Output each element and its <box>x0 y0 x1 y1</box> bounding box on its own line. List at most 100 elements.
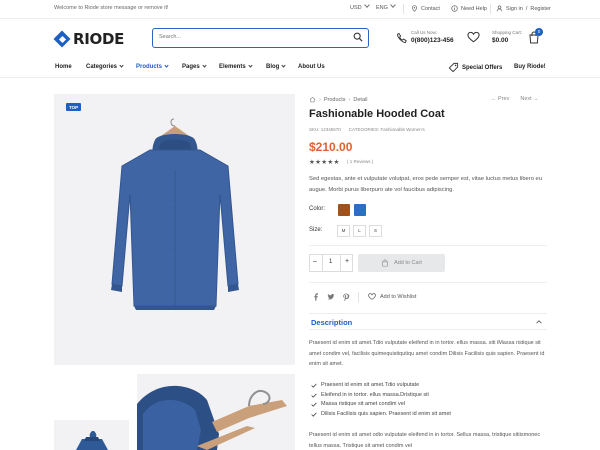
next-link[interactable]: Next → <box>520 96 538 102</box>
tag-icon <box>448 62 459 73</box>
breadcrumb: › Products › Detail <box>309 96 367 103</box>
chevron-down-icon <box>202 63 207 68</box>
nav-products-label: Products <box>136 64 163 70</box>
info-icon <box>451 5 458 12</box>
currency-select[interactable]: USD <box>350 2 370 11</box>
top-badge: TOP <box>66 103 82 111</box>
bullet-text: Massa ristique sit amet condim vel <box>321 401 406 407</box>
cart-amount: $0.00 <box>492 37 509 44</box>
contact-label: Contact <box>421 5 440 12</box>
nav-home-label: Home <box>55 64 72 70</box>
nav-home[interactable]: Home <box>55 64 72 70</box>
reviews-link[interactable]: ( 1 Reviews ) <box>347 159 373 164</box>
list-item: Dilisis Facilisis quis sapien. Praesent … <box>311 410 549 420</box>
list-item: Eleifend in in tortor. ellus massa.Drist… <box>311 391 549 401</box>
account-separator: / <box>525 5 528 12</box>
bullet-text: Praesent id enim sit amet.Tdio vulputate <box>321 382 420 388</box>
check-icon <box>311 402 317 407</box>
special-offers-label: Special Offers <box>462 64 503 71</box>
product-title: Fashionable Hooded Coat <box>309 108 445 120</box>
qty-value[interactable]: 1 <box>329 259 332 265</box>
breadcrumb-products[interactable]: Products <box>324 97 346 103</box>
description-paragraph-1: Praesent id enim sit amet.Tdio vulputate… <box>309 340 545 367</box>
qty-plus-button[interactable]: + <box>345 258 349 265</box>
add-to-cart-button[interactable]: Add to Cart <box>358 254 445 272</box>
product-sku: SKU: 12345670 <box>309 127 341 132</box>
language-select[interactable]: ENG <box>376 2 396 11</box>
heart-icon <box>368 293 376 300</box>
search-box <box>152 28 369 48</box>
location-icon <box>412 5 417 12</box>
nav-products[interactable]: Products <box>136 63 169 70</box>
account-links: Sign in / Register <box>496 5 551 12</box>
cart-count-badge: 0 <box>535 28 543 36</box>
logo-text: RIODE <box>73 30 125 48</box>
breadcrumb-detail: Detail <box>353 96 368 103</box>
twitter-icon[interactable] <box>327 293 335 301</box>
product-meta: SKU: 12345670 CATEGORIES: Fashionable Wom… <box>309 127 425 132</box>
nav-elements[interactable]: Elements <box>219 63 253 70</box>
cart-label: Shopping Cart: <box>492 30 523 35</box>
product-main-image[interactable]: TOP <box>54 94 295 365</box>
size-option-l[interactable]: L <box>353 225 366 237</box>
qty-minus-button[interactable]: – <box>313 258 317 265</box>
breadcrumb-separator-icon: › <box>348 96 351 103</box>
description-accordion-header[interactable]: Description <box>309 313 547 330</box>
color-swatch-brown[interactable] <box>338 204 350 216</box>
search-input[interactable] <box>159 29 339 45</box>
need-help-link[interactable]: Need Help <box>451 5 487 12</box>
add-to-wishlist-link[interactable]: Add to Wishlist <box>368 293 416 300</box>
chevron-down-icon <box>363 2 370 8</box>
size-option-m[interactable]: M <box>337 225 350 237</box>
search-icon[interactable] <box>353 32 363 42</box>
nav-about-us[interactable]: About Us <box>298 64 325 70</box>
list-item: Massa ristique sit amet condim vel <box>311 400 549 410</box>
chevron-down-icon <box>390 2 396 8</box>
call-label: Call Us Now: <box>411 30 438 35</box>
home-icon[interactable] <box>309 96 316 103</box>
chevron-up-icon <box>536 320 542 324</box>
description-title: Description <box>311 318 353 327</box>
color-swatch-blue[interactable] <box>354 204 366 216</box>
size-option-s[interactable]: S <box>369 225 382 237</box>
signin-link[interactable]: Sign in <box>506 6 523 12</box>
prev-link[interactable]: ← Prev <box>491 96 509 102</box>
nav-about-label: About Us <box>298 64 325 70</box>
special-offers-link[interactable]: Special Offers <box>448 62 502 73</box>
logo[interactable]: RIODE <box>53 30 125 48</box>
chevron-down-icon <box>248 63 253 68</box>
check-icon <box>311 393 317 398</box>
add-to-cart-label: Add to Cart <box>394 260 422 266</box>
breadcrumb-separator-icon: › <box>319 96 321 103</box>
buy-riode-link[interactable]: Buy Riode! <box>514 64 546 70</box>
logo-mark-icon <box>53 30 71 48</box>
divider <box>309 245 547 246</box>
pinterest-icon[interactable] <box>342 293 350 301</box>
product-thumbnail-1[interactable] <box>54 420 129 450</box>
nav-blog-label: Blog <box>266 64 280 70</box>
contact-link[interactable]: Contact <box>411 5 440 12</box>
check-icon <box>311 383 317 388</box>
divider <box>403 4 404 14</box>
facebook-icon[interactable] <box>312 293 320 301</box>
hooded-coat-image <box>111 118 239 310</box>
coat-thumbnail-image <box>76 431 108 450</box>
welcome-message: Welcome to Riode store message or remove… <box>54 5 169 11</box>
nav-categories[interactable]: Categories <box>86 63 124 70</box>
rating-stars: ★★★★★ <box>309 159 340 166</box>
call-number: 0(800)123-456 <box>411 37 454 44</box>
nav-pages[interactable]: Pages <box>182 63 207 70</box>
check-icon <box>311 412 317 417</box>
need-help-label: Need Help <box>461 5 487 12</box>
nav-blog[interactable]: Blog <box>266 63 286 70</box>
wishlist-heart-icon[interactable] <box>467 31 480 43</box>
prev-next-nav: ← Prev Next → <box>491 96 550 102</box>
language-label: ENG <box>376 5 388 11</box>
product-categories[interactable]: CATEGORIES: Fashionable Women's <box>349 127 425 132</box>
quantity-stepper: – 1 + <box>309 254 353 272</box>
top-bar: Welcome to Riode store message or remove… <box>0 0 600 19</box>
color-label: Color: <box>309 206 326 212</box>
bullet-text: Eleifend in in tortor. ellus massa.Drist… <box>321 391 429 398</box>
product-thumbnail-2[interactable] <box>137 374 295 450</box>
register-link[interactable]: Register <box>530 6 550 12</box>
